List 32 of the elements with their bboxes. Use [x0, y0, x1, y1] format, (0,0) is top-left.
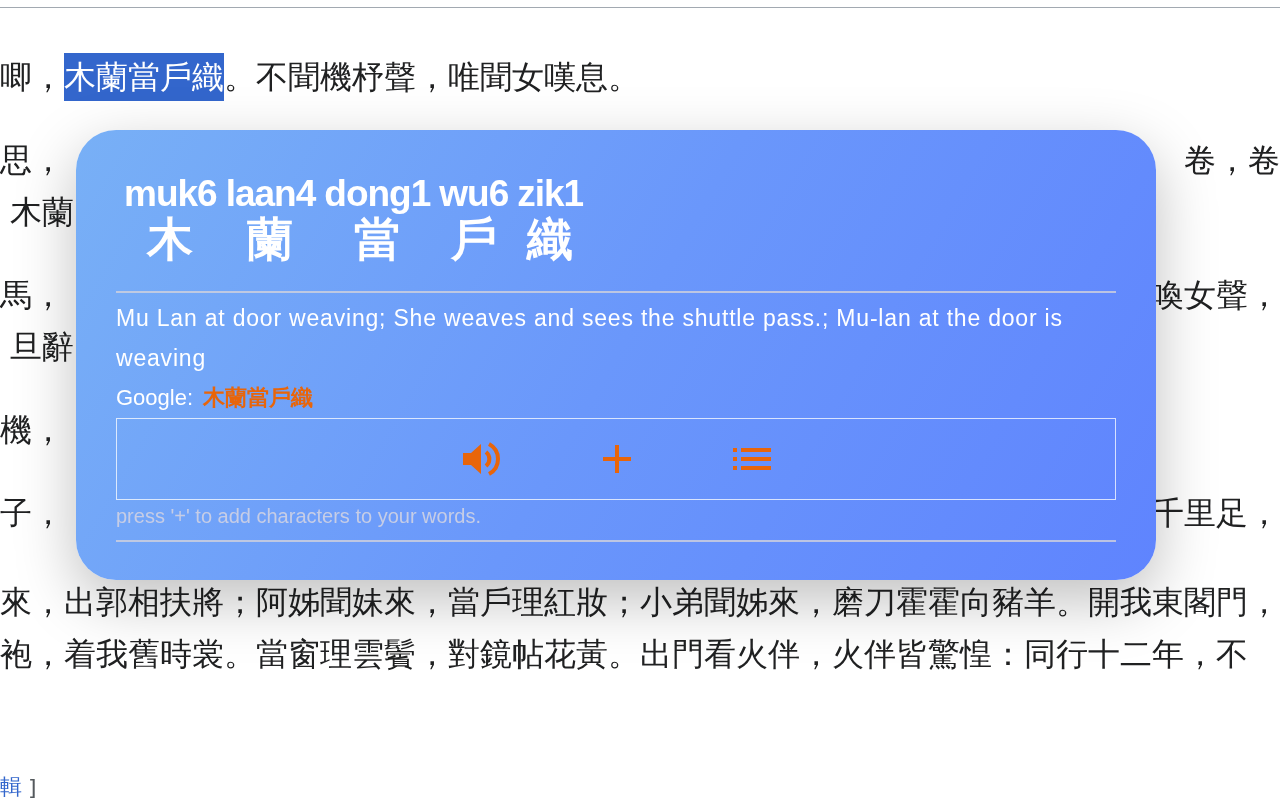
add-button[interactable]	[601, 443, 633, 475]
article-text: 木蘭	[10, 193, 74, 231]
article-text: 子，	[0, 494, 64, 532]
plus-icon	[601, 443, 633, 475]
definition-text: Mu Lan at door weaving; She weaves and sees the shuttle pass.; Mu-lan at the door is weaving	[116, 304, 1064, 373]
jyutping-text: zik1	[517, 174, 584, 214]
bracket-text: ]	[28, 774, 37, 800]
headword-character: 當	[354, 214, 401, 264]
jyutping-text: dong1	[324, 174, 431, 214]
headword-character: 戶	[450, 214, 497, 264]
hint-text: press '+' to add characters to your words.	[116, 504, 483, 529]
headword-character: 木	[147, 214, 194, 264]
article-text: 旦辭	[10, 328, 74, 366]
google-label: Google:	[116, 384, 194, 412]
article-text: 千里足，	[1152, 493, 1280, 534]
article-text: 卷，卷	[1184, 140, 1280, 181]
headword-character: 蘭	[247, 214, 294, 264]
article-text: 唧，	[0, 58, 64, 96]
article-text: 馬，	[0, 276, 64, 314]
jyutping-text: wu6	[439, 174, 509, 214]
list-icon	[733, 446, 771, 472]
edit-link[interactable]: 輯	[0, 772, 22, 800]
headword-character: 織	[527, 214, 574, 264]
jyutping-text: muk6	[124, 174, 217, 214]
article-text: 來，出郭相扶將；阿姊聞妹來，當戶理紅妝；小弟聞姊來，磨刀霍霍向豬羊。開我東閣門，	[0, 583, 1280, 621]
article-text: 袍，着我舊時裳。當窗理雲鬢，對鏡帖花黃。出門看火伴，火伴皆驚惶：同行十二年，不	[0, 635, 1248, 673]
article-text: 。不聞機杼聲，唯聞女嘆息。	[224, 58, 640, 96]
selected-text: 木蘭當戶織	[64, 53, 224, 101]
article-text: 思，	[0, 141, 64, 179]
jyutping-text: laan4	[225, 174, 316, 214]
list-button[interactable]	[733, 446, 771, 472]
article-text: 機，	[0, 411, 64, 449]
